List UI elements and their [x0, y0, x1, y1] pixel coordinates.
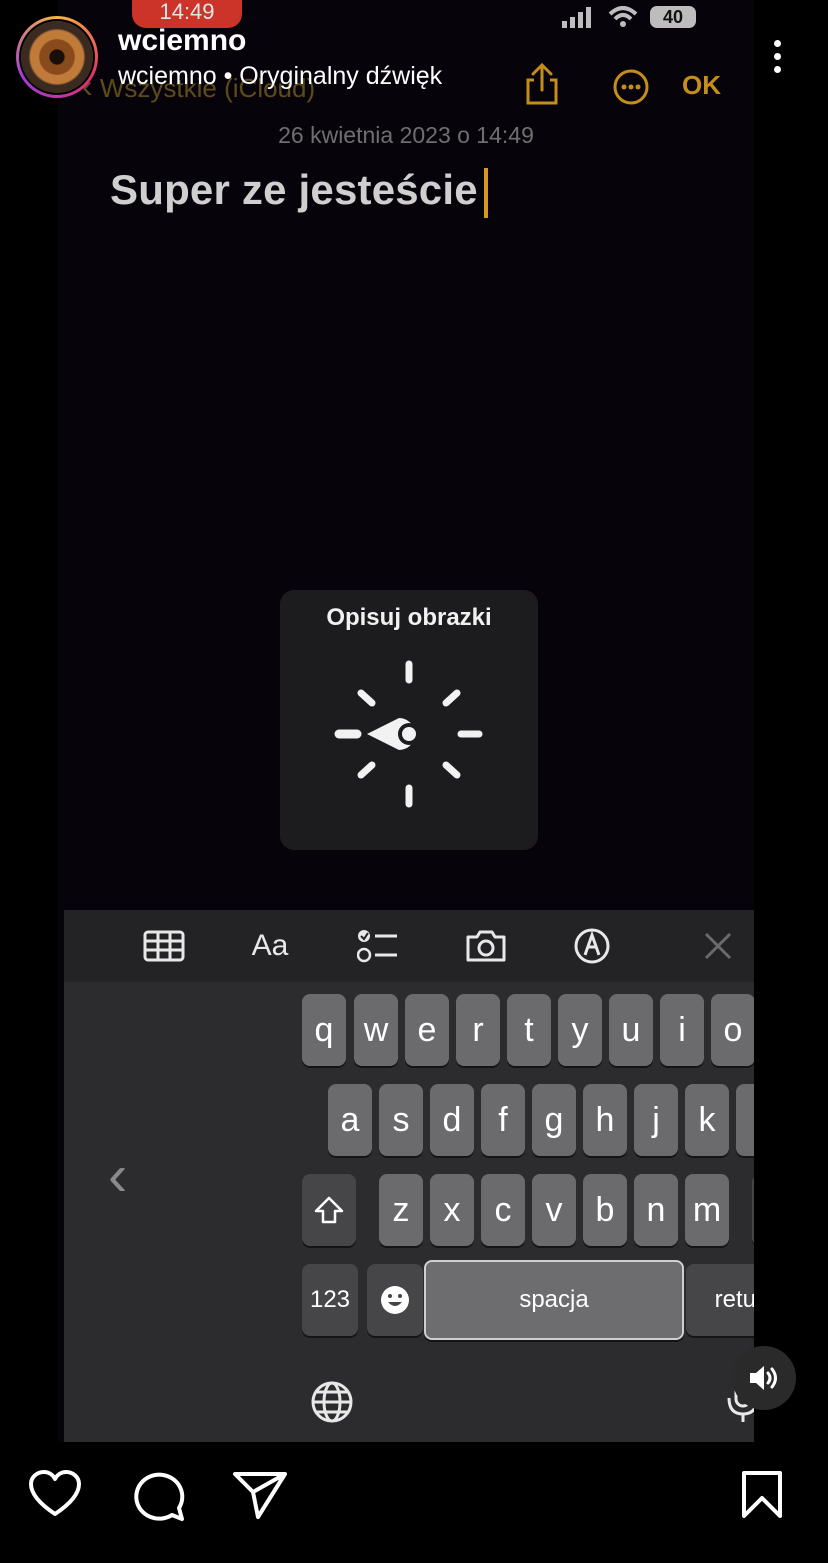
key-k[interactable]: k: [685, 1084, 729, 1156]
avatar[interactable]: [21, 21, 93, 93]
notes-ok-button[interactable]: OK: [682, 70, 721, 101]
keyboard-collapse-chevron-icon[interactable]: ‹: [108, 1142, 127, 1209]
close-icon[interactable]: [690, 924, 746, 968]
key-z[interactable]: z: [379, 1174, 423, 1246]
key-a[interactable]: a: [328, 1084, 372, 1156]
key-f[interactable]: f: [481, 1084, 525, 1156]
battery-indicator: 40: [650, 6, 696, 28]
table-icon[interactable]: [136, 924, 192, 968]
key-s[interactable]: s: [379, 1084, 423, 1156]
key-c[interactable]: c: [481, 1174, 525, 1246]
key-y[interactable]: y: [558, 994, 602, 1066]
backspace-key[interactable]: [752, 1174, 754, 1246]
heart-icon[interactable]: [28, 1470, 82, 1518]
key-o[interactable]: o: [711, 994, 754, 1066]
note-text: Super ze jesteście: [110, 166, 478, 213]
post-username[interactable]: wciemno: [118, 24, 246, 58]
signal-icon: [562, 7, 591, 28]
key-b[interactable]: b: [583, 1174, 627, 1246]
volume-toggle-button[interactable]: [732, 1346, 796, 1410]
bookmark-icon[interactable]: [740, 1470, 784, 1520]
key-v[interactable]: v: [532, 1174, 576, 1246]
key-g[interactable]: g: [532, 1084, 576, 1156]
numbers-key[interactable]: 123: [302, 1264, 358, 1336]
key-w[interactable]: w: [354, 994, 398, 1066]
camera-icon[interactable]: [458, 924, 514, 968]
share-send-icon[interactable]: [232, 1470, 288, 1520]
shift-arrow-icon: [314, 1196, 344, 1224]
key-m[interactable]: m: [685, 1174, 729, 1246]
text-format-button[interactable]: Aa: [242, 924, 298, 968]
more-options-icon[interactable]: [770, 40, 784, 73]
markup-pen-icon[interactable]: [564, 924, 620, 968]
speaker-icon: [750, 1366, 777, 1390]
key-x[interactable]: x: [430, 1174, 474, 1246]
key-i[interactable]: i: [660, 994, 704, 1066]
key-j[interactable]: j: [634, 1084, 678, 1156]
post-actions-bar: [0, 1442, 828, 1563]
more-circle-icon[interactable]: [612, 68, 650, 106]
shift-key[interactable]: [302, 1174, 356, 1246]
emoji-icon: [381, 1286, 409, 1314]
keyboard: Aa ‹ q w e r t y u i o p a s d: [64, 910, 754, 1442]
return-key[interactable]: return: [686, 1264, 754, 1336]
key-l[interactable]: l: [736, 1084, 754, 1156]
key-u[interactable]: u: [609, 994, 653, 1066]
keyboard-toolbar: Aa: [64, 910, 754, 982]
share-icon[interactable]: [524, 62, 560, 106]
reel-video[interactable]: 14:49 40 ‹ Wszystkie (iCloud) OK 26 kwie…: [58, 0, 754, 1442]
text-caret: [483, 167, 488, 218]
key-r[interactable]: r: [456, 994, 500, 1066]
key-d[interactable]: d: [430, 1084, 474, 1156]
comment-icon[interactable]: [130, 1470, 186, 1522]
checklist-icon[interactable]: [350, 924, 406, 968]
note-date: 26 kwietnia 2023 o 14:49: [278, 122, 534, 148]
globe-icon[interactable]: [310, 1380, 354, 1424]
hud-title: Opisuj obrazki: [326, 604, 492, 631]
emoji-key[interactable]: [367, 1264, 423, 1336]
key-q[interactable]: q: [302, 994, 346, 1066]
space-key[interactable]: spacja: [424, 1260, 684, 1340]
key-h[interactable]: h: [583, 1084, 627, 1156]
post-audio-subtitle[interactable]: wciemno • Oryginalny dźwięk: [118, 62, 442, 91]
key-t[interactable]: t: [507, 994, 551, 1066]
image-description-hud: Opisuj obrazki: [280, 590, 538, 850]
eye-rays-icon: [334, 660, 483, 808]
wifi-icon: [608, 6, 638, 27]
key-n[interactable]: n: [634, 1174, 678, 1246]
key-e[interactable]: e: [405, 994, 449, 1066]
status-icons: 40: [562, 4, 696, 30]
note-body[interactable]: Super ze jesteście: [110, 166, 488, 218]
